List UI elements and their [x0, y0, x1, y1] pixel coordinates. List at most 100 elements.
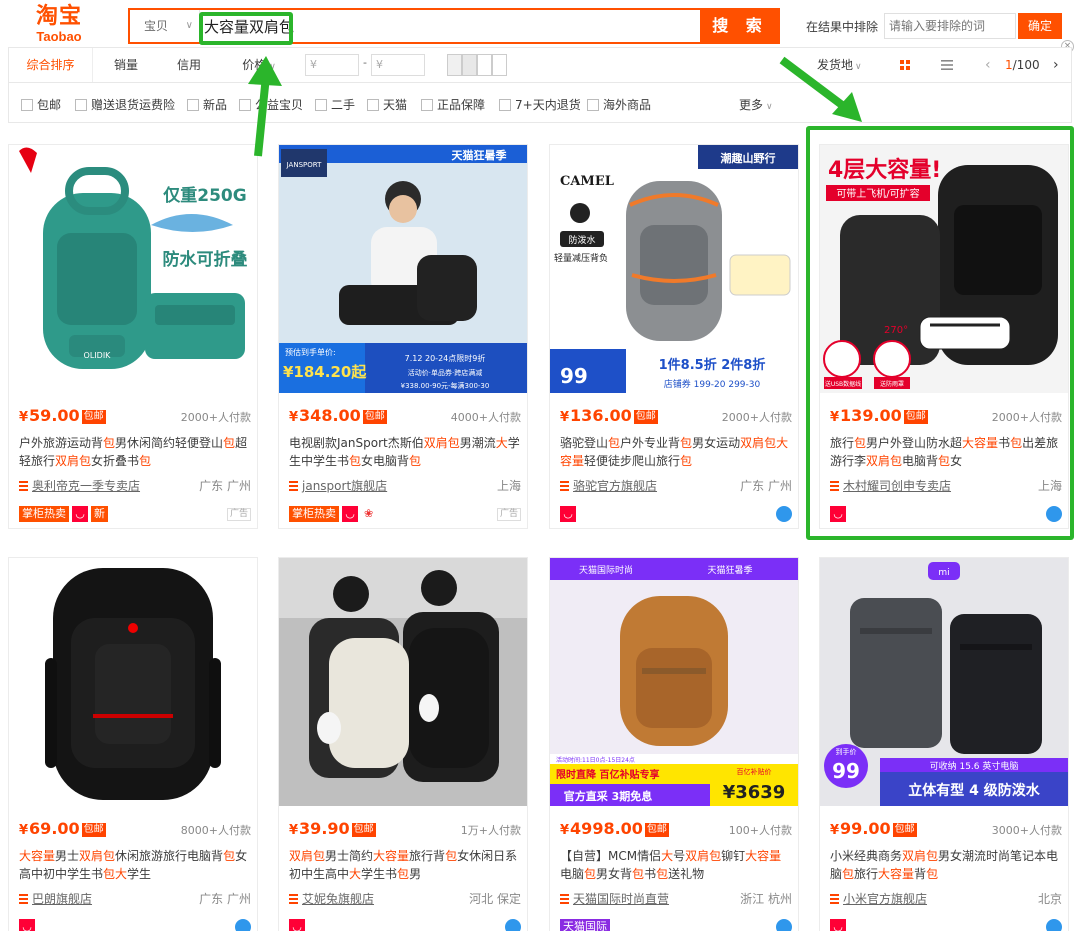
wangwang-chat-icon[interactable]	[505, 919, 521, 931]
chevron-down-icon: ∨	[855, 62, 862, 72]
free-shipping-badge: 包邮	[892, 823, 917, 837]
checkbox-icon[interactable]	[75, 99, 87, 111]
product-title[interactable]: 旅行包男户外登山防水超大容量书包出差旅游行李双肩包电脑背包女	[830, 434, 1062, 470]
sort-tab-default[interactable]: 综合排序	[9, 48, 93, 82]
filter-charity[interactable]: 公益宝贝	[239, 96, 303, 112]
product-title[interactable]: 双肩包男士简约大容量旅行背包女休闲日系初中生高中大学生书包男	[289, 847, 521, 883]
price-value: 348.00	[299, 406, 361, 425]
badge: 掌柜热卖	[19, 506, 69, 522]
location: 浙江 杭州	[740, 892, 792, 906]
price: ¥136.00	[560, 406, 632, 425]
backpack-image: 潮趣山野行 CAMEL 防泼水 轻量减压背负 99 1件8.5折 2件8折 店铺…	[550, 145, 798, 393]
shop-link[interactable]: 奥利帝克一季专卖店	[32, 479, 140, 493]
product-image[interactable]: 天猫国际时尚 天猫狂暑季 活动时间:11日0点-15日24点 限时直降 百亿补贴…	[550, 558, 798, 806]
image-text: OLIDIK	[84, 351, 112, 360]
list-view-icon[interactable]	[939, 57, 955, 73]
price-min-input[interactable]: ¥	[305, 54, 359, 76]
shop-link[interactable]: 小米官方旗舰店	[843, 892, 927, 906]
product-card[interactable]: ¥39.90 包邮 1万+人付款 双肩包男士简约大容量旅行背包女休闲日系初中生高中…	[278, 557, 528, 931]
wangwang-chat-icon[interactable]	[1046, 506, 1062, 522]
product-title[interactable]: 【自营】MCM情侣大号双肩包铆钉大容量电脑包男女背包书包送礼物	[560, 847, 792, 883]
product-card[interactable]: 4层大容量! 可带上飞机/可扩容 270° 送USB数据线 送防雨罩 ¥139.…	[819, 144, 1069, 529]
image-text: CAMEL	[560, 174, 614, 189]
checkbox-icon[interactable]	[21, 99, 33, 111]
location: 广东 广州	[740, 479, 792, 493]
product-title[interactable]: 小米经典商务双肩包男女潮流时尚笔记本电脑包旅行大容量背包	[830, 847, 1062, 883]
chevron-left-icon[interactable]: ‹	[985, 48, 991, 82]
product-title[interactable]: 户外旅游运动背包男休闲简约轻便登山包超轻旅行双肩包女折叠书包	[19, 434, 251, 470]
search-category-select[interactable]: 宝贝 ∨	[130, 10, 200, 42]
filter-tmall[interactable]: 天猫	[367, 96, 407, 112]
shop-icon	[19, 481, 28, 491]
paid-count: 4000+人付款	[450, 411, 521, 424]
checkbox-icon[interactable]	[239, 99, 251, 111]
page-indicator: 1/100	[1005, 48, 1040, 82]
confirm-button[interactable]: 确定	[1018, 13, 1062, 39]
product-image[interactable]	[279, 558, 527, 806]
product-title[interactable]: 电视剧款JanSport杰斯伯双肩包男潮流大学生中学生书包女电脑背包	[289, 434, 521, 470]
checkbox-icon[interactable]	[499, 99, 511, 111]
chevron-right-icon[interactable]: ›	[1053, 48, 1059, 82]
price-range-slider-icon[interactable]	[447, 54, 509, 76]
shop-link[interactable]: 艾妮兔旗舰店	[302, 892, 374, 906]
shop-link[interactable]: jansport旗舰店	[302, 479, 387, 493]
product-card[interactable]: 潮趣山野行 CAMEL 防泼水 轻量减压背负 99 1件8.5折 2件8折 店铺…	[549, 144, 799, 529]
price-value: 59.00	[29, 406, 80, 425]
product-card[interactable]: 仅重250G 防水可折叠 OLIDIK ¥59.00 包邮 2000+人付款 户外…	[8, 144, 258, 529]
exclude-input[interactable]	[884, 13, 1016, 39]
product-image[interactable]: 4层大容量! 可带上飞机/可扩容 270° 送USB数据线 送防雨罩	[820, 145, 1068, 393]
wangwang-chat-icon[interactable]	[1046, 919, 1062, 931]
product-image[interactable]: 潮趣山野行 CAMEL 防泼水 轻量减压背负 99 1件8.5折 2件8折 店铺…	[550, 145, 798, 393]
product-image[interactable]: mi 到手价 99 可收纳 15.6 英寸电脑 立体有型 4 级防泼水	[820, 558, 1068, 806]
checkbox-icon[interactable]	[315, 99, 327, 111]
filter-second-hand[interactable]: 二手	[315, 96, 355, 112]
badge-row: 掌柜热卖 ◡ 新 广告	[19, 506, 251, 522]
sort-tab-credit[interactable]: 信用	[159, 48, 219, 82]
filter-new[interactable]: 新品	[187, 96, 227, 112]
product-image[interactable]: JANSPORT 天猫狂暑季 预估到手单价: ¥184.20起 7.12 20-…	[279, 145, 527, 393]
shop-icon	[830, 894, 839, 904]
shop-link[interactable]: 骆驼官方旗舰店	[573, 479, 657, 493]
filter-return-insurance[interactable]: 赠送退货运费险	[75, 96, 175, 112]
filter-free-shipping[interactable]: 包邮	[21, 96, 61, 112]
filter-overseas[interactable]: 海外商品	[587, 96, 651, 112]
product-image[interactable]: 仅重250G 防水可折叠 OLIDIK	[9, 145, 257, 393]
sort-tab-sales[interactable]: 销量	[93, 48, 159, 82]
search-input[interactable]	[202, 11, 700, 41]
product-card[interactable]: ¥69.00 包邮 8000+人付款 大容量男士双肩包休闲旅游旅行电脑背包女高中初…	[8, 557, 258, 931]
wangwang-chat-icon[interactable]	[776, 919, 792, 931]
checkbox-icon[interactable]	[187, 99, 199, 111]
taobao-logo[interactable]: 淘宝 Taobao	[22, 5, 96, 47]
search-button[interactable]: 搜 索	[700, 8, 780, 44]
product-image[interactable]	[9, 558, 257, 806]
shop-link[interactable]: 巴朗旗舰店	[32, 892, 92, 906]
image-text: 270°	[884, 325, 908, 336]
price-max-input[interactable]: ¥	[371, 54, 425, 76]
product-title[interactable]: 骆驼登山包户外专业背包男女运动双肩包大容量轻便徒步爬山旅行包	[560, 434, 792, 470]
filter-genuine[interactable]: 正品保障	[421, 96, 485, 112]
image-text: 预估到手单价:	[285, 347, 336, 357]
checkbox-icon[interactable]	[367, 99, 379, 111]
checkbox-icon[interactable]	[421, 99, 433, 111]
product-card[interactable]: 天猫国际时尚 天猫狂暑季 活动时间:11日0点-15日24点 限时直降 百亿补贴…	[549, 557, 799, 931]
grid-view-icon[interactable]	[897, 57, 913, 73]
image-text: 店铺券 199-20 299-30	[664, 378, 761, 390]
shop-link[interactable]: 木村耀司创申专卖店	[843, 479, 951, 493]
shop-link[interactable]: 天猫国际时尚直营	[573, 892, 669, 906]
sort-tab-price[interactable]: 价格 ∨	[231, 48, 287, 82]
tmall-icon: ◡	[289, 919, 305, 931]
product-card[interactable]: JANSPORT 天猫狂暑季 预估到手单价: ¥184.20起 7.12 20-…	[278, 144, 528, 529]
image-text: 可收纳 15.6 英寸电脑	[930, 760, 1019, 772]
paid-count: 100+人付款	[728, 824, 792, 837]
checkbox-icon[interactable]	[587, 99, 599, 111]
image-text: 1件8.5折 2件8折	[659, 357, 766, 373]
wangwang-chat-icon[interactable]	[235, 919, 251, 931]
product-title[interactable]: 大容量男士双肩包休闲旅游旅行电脑背包女高中初中学生书包大学生	[19, 847, 251, 883]
more-filters-button[interactable]: 更多 ∨	[739, 96, 773, 113]
image-text: ¥3639	[723, 782, 786, 803]
filter-7day-return[interactable]: 7+天内退货	[499, 96, 581, 112]
wangwang-chat-icon[interactable]	[776, 506, 792, 522]
ship-from-select[interactable]: 发货地 ∨	[817, 48, 862, 82]
product-card[interactable]: mi 到手价 99 可收纳 15.6 英寸电脑 立体有型 4 级防泼水 ¥99.…	[819, 557, 1069, 931]
price-row: ¥59.00 包邮 2000+人付款	[19, 406, 251, 426]
